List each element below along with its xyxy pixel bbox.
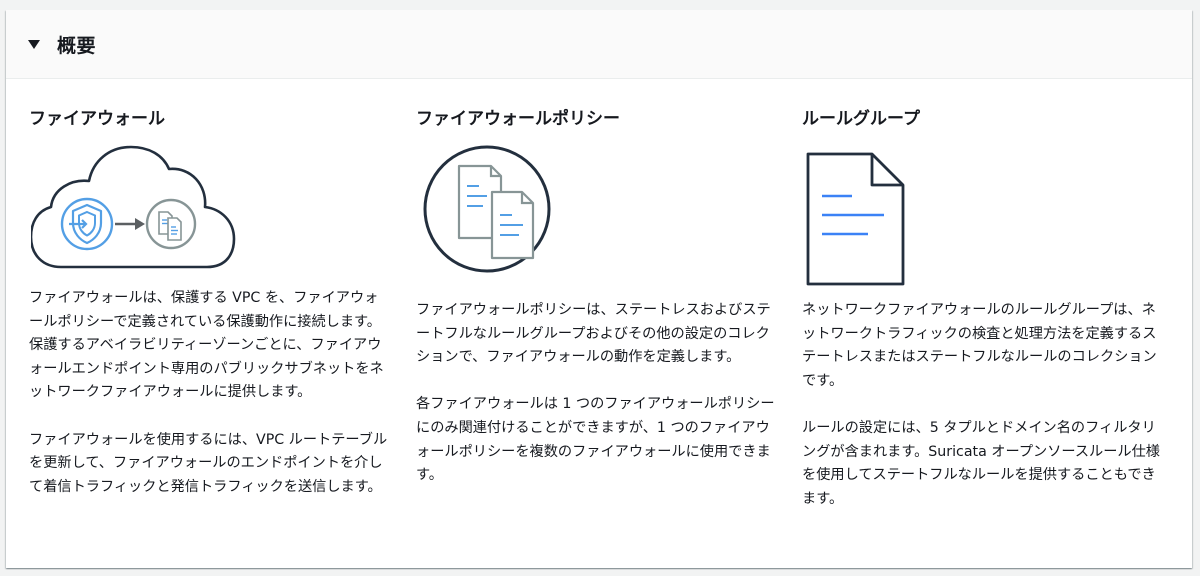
panel-title: 概要: [57, 34, 97, 57]
policy-documents-icon: [423, 144, 553, 274]
firewall-policy-description: ファイアウォールポリシーは、ステートレスおよびステートフルなルールグループおよび…: [416, 299, 778, 488]
firewall-description-paragraph-1: ファイアウォールは、保護する VPC を、ファイアウォールポリシーで定義されてい…: [29, 290, 384, 401]
rule-group-description-paragraph-1: ネットワークファイアウォールのルールグループは、ネットワークトラフィックの検査と…: [802, 302, 1157, 389]
firewall-description: ファイアウォールは、保護する VPC を、ファイアウォールポリシーで定義されてい…: [29, 287, 391, 499]
column-title-rule-group: ルールグループ: [802, 109, 920, 129]
document-icon: [806, 152, 906, 286]
firewall-policy-description-paragraph-1: ファイアウォールポリシーは、ステートレスおよびステートフルなルールグループおよび…: [416, 302, 771, 366]
firewall-cloud-icon: [31, 145, 237, 269]
overview-columns: ファイアウォール ファイアウォールは、保護する VPC を、ファイアウォールポリ…: [6, 79, 1192, 568]
rule-group-description: ネットワークファイアウォールのルールグループは、ネットワークトラフィックの検査と…: [802, 299, 1164, 511]
firewall-policy-description-paragraph-2: 各ファイアウォールは 1 つのファイアウォールポリシーにのみ関連付けることができ…: [416, 396, 775, 484]
column-title-firewall-policy: ファイアウォールポリシー: [416, 109, 620, 129]
caret-down-icon[interactable]: [28, 40, 40, 49]
column-title-firewall: ファイアウォール: [29, 109, 165, 129]
rule-group-description-paragraph-2: ルールの設定には、5 タプルとドメイン名のフィルタリングが含まれます。Suric…: [802, 419, 1160, 507]
firewall-description-paragraph-2: ファイアウォールを使用するには、VPC ルートテーブルを更新して、ファイアウォー…: [29, 431, 388, 495]
overview-panel: 概要 ファイアウォール ファイアウォールは、保護する VPC を、ファイアウォー…: [6, 10, 1192, 568]
overview-panel-header[interactable]: 概要: [6, 10, 1192, 79]
